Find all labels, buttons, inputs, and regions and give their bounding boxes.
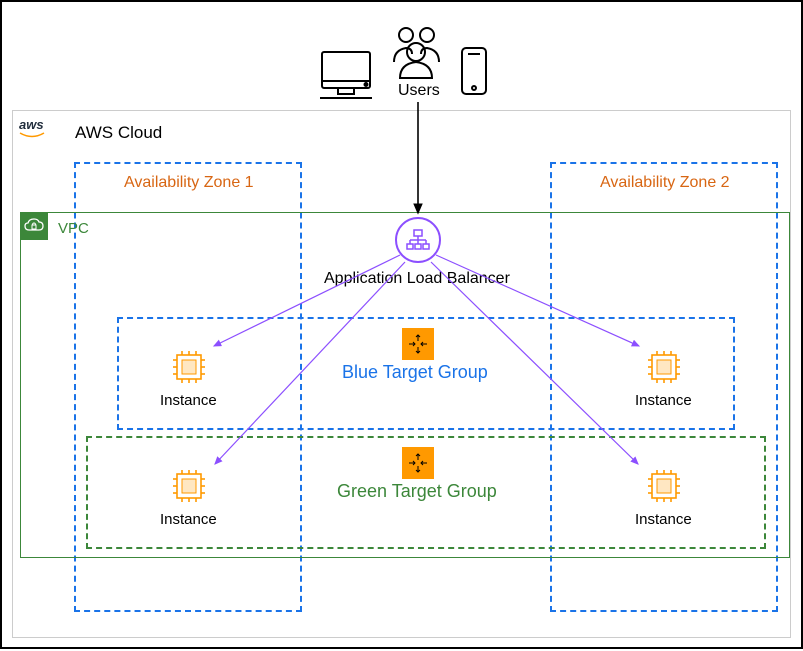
users-label: Users <box>398 82 440 100</box>
instance-icon <box>645 467 683 505</box>
application-load-balancer-label: Application Load Balancer <box>324 270 510 288</box>
instance-label: Instance <box>160 511 217 528</box>
instance-icon <box>170 348 208 386</box>
availability-zone-2-label: Availability Zone 2 <box>600 174 730 192</box>
instance-icon <box>170 467 208 505</box>
instance-label: Instance <box>635 511 692 528</box>
aws-cloud-label: AWS Cloud <box>75 123 162 143</box>
instance-icon <box>645 348 683 386</box>
diagram-canvas: Users aws AWS Cloud Availability Zone 1 … <box>0 0 803 649</box>
vpc-label: VPC <box>58 220 89 237</box>
instance-label: Instance <box>635 392 692 409</box>
aws-logo: aws <box>19 117 45 140</box>
availability-zone-1-label: Availability Zone 1 <box>124 174 254 192</box>
blue-target-group-label: Blue Target Group <box>342 362 488 383</box>
vpc-icon <box>20 212 48 240</box>
green-target-group-icon <box>402 447 434 479</box>
application-load-balancer-icon <box>395 217 441 263</box>
instance-label: Instance <box>160 392 217 409</box>
green-target-group-label: Green Target Group <box>337 481 497 502</box>
blue-target-group-icon <box>402 328 434 360</box>
